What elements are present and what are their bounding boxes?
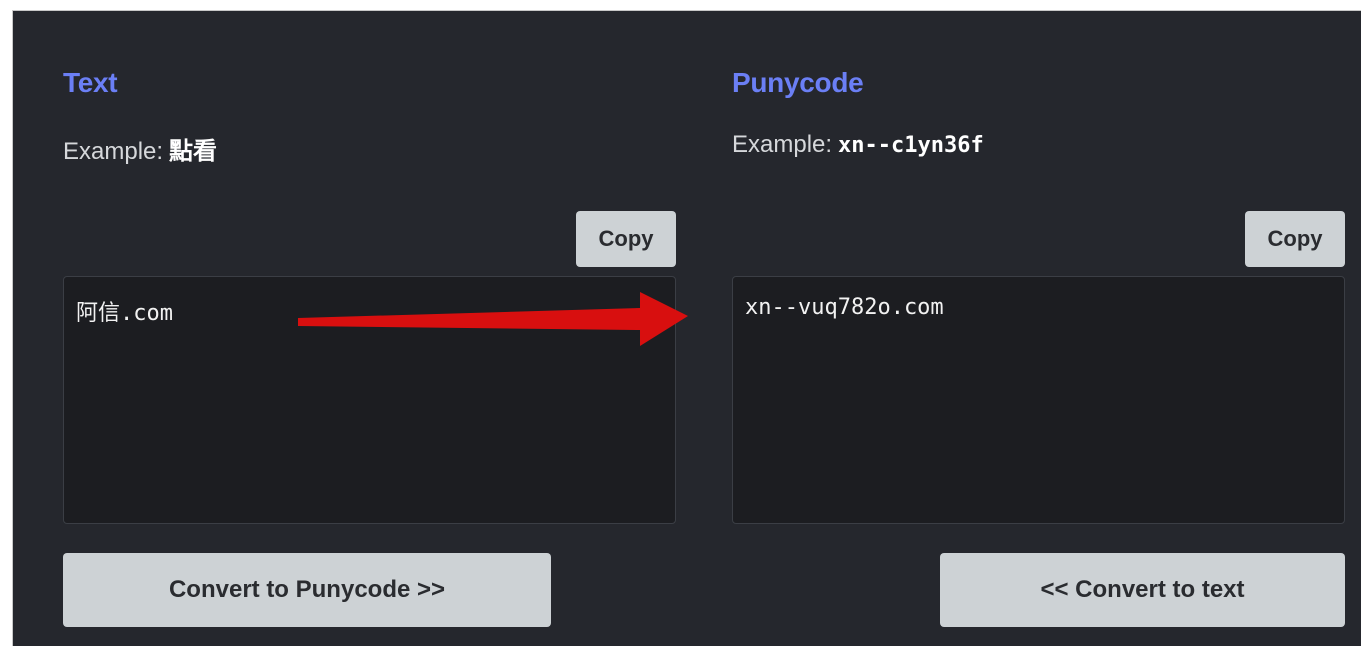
copy-text-button[interactable]: Copy: [576, 211, 676, 267]
punycode-example: Example: xn--c1yn36f: [732, 131, 984, 159]
text-input[interactable]: 阿信.com: [63, 276, 676, 524]
convert-to-punycode-button[interactable]: Convert to Punycode >>: [63, 553, 551, 627]
punycode-example-label: Example:: [732, 131, 833, 158]
text-example: Example: 點看: [63, 131, 217, 166]
punycode-example-value: xn--c1yn36f: [838, 133, 984, 158]
text-example-value: 點看: [169, 138, 218, 165]
screenshot-frame: Text Example: 點看 Copy 阿信.com Convert to P…: [0, 0, 1361, 646]
text-column: Text Example: 點看 Copy 阿信.com Convert to P…: [63, 11, 676, 646]
copy-punycode-button[interactable]: Copy: [1245, 211, 1345, 267]
text-heading: Text: [63, 67, 118, 98]
convert-to-text-button[interactable]: << Convert to text: [940, 553, 1345, 627]
punycode-column: Punycode Example: xn--c1yn36f Copy xn--vu…: [732, 11, 1345, 646]
converter-panel: Text Example: 點看 Copy 阿信.com Convert to P…: [12, 10, 1361, 646]
text-example-label: Example:: [63, 138, 164, 165]
punycode-heading: Punycode: [732, 67, 864, 98]
punycode-output[interactable]: xn--vuq782o.com: [732, 276, 1345, 524]
